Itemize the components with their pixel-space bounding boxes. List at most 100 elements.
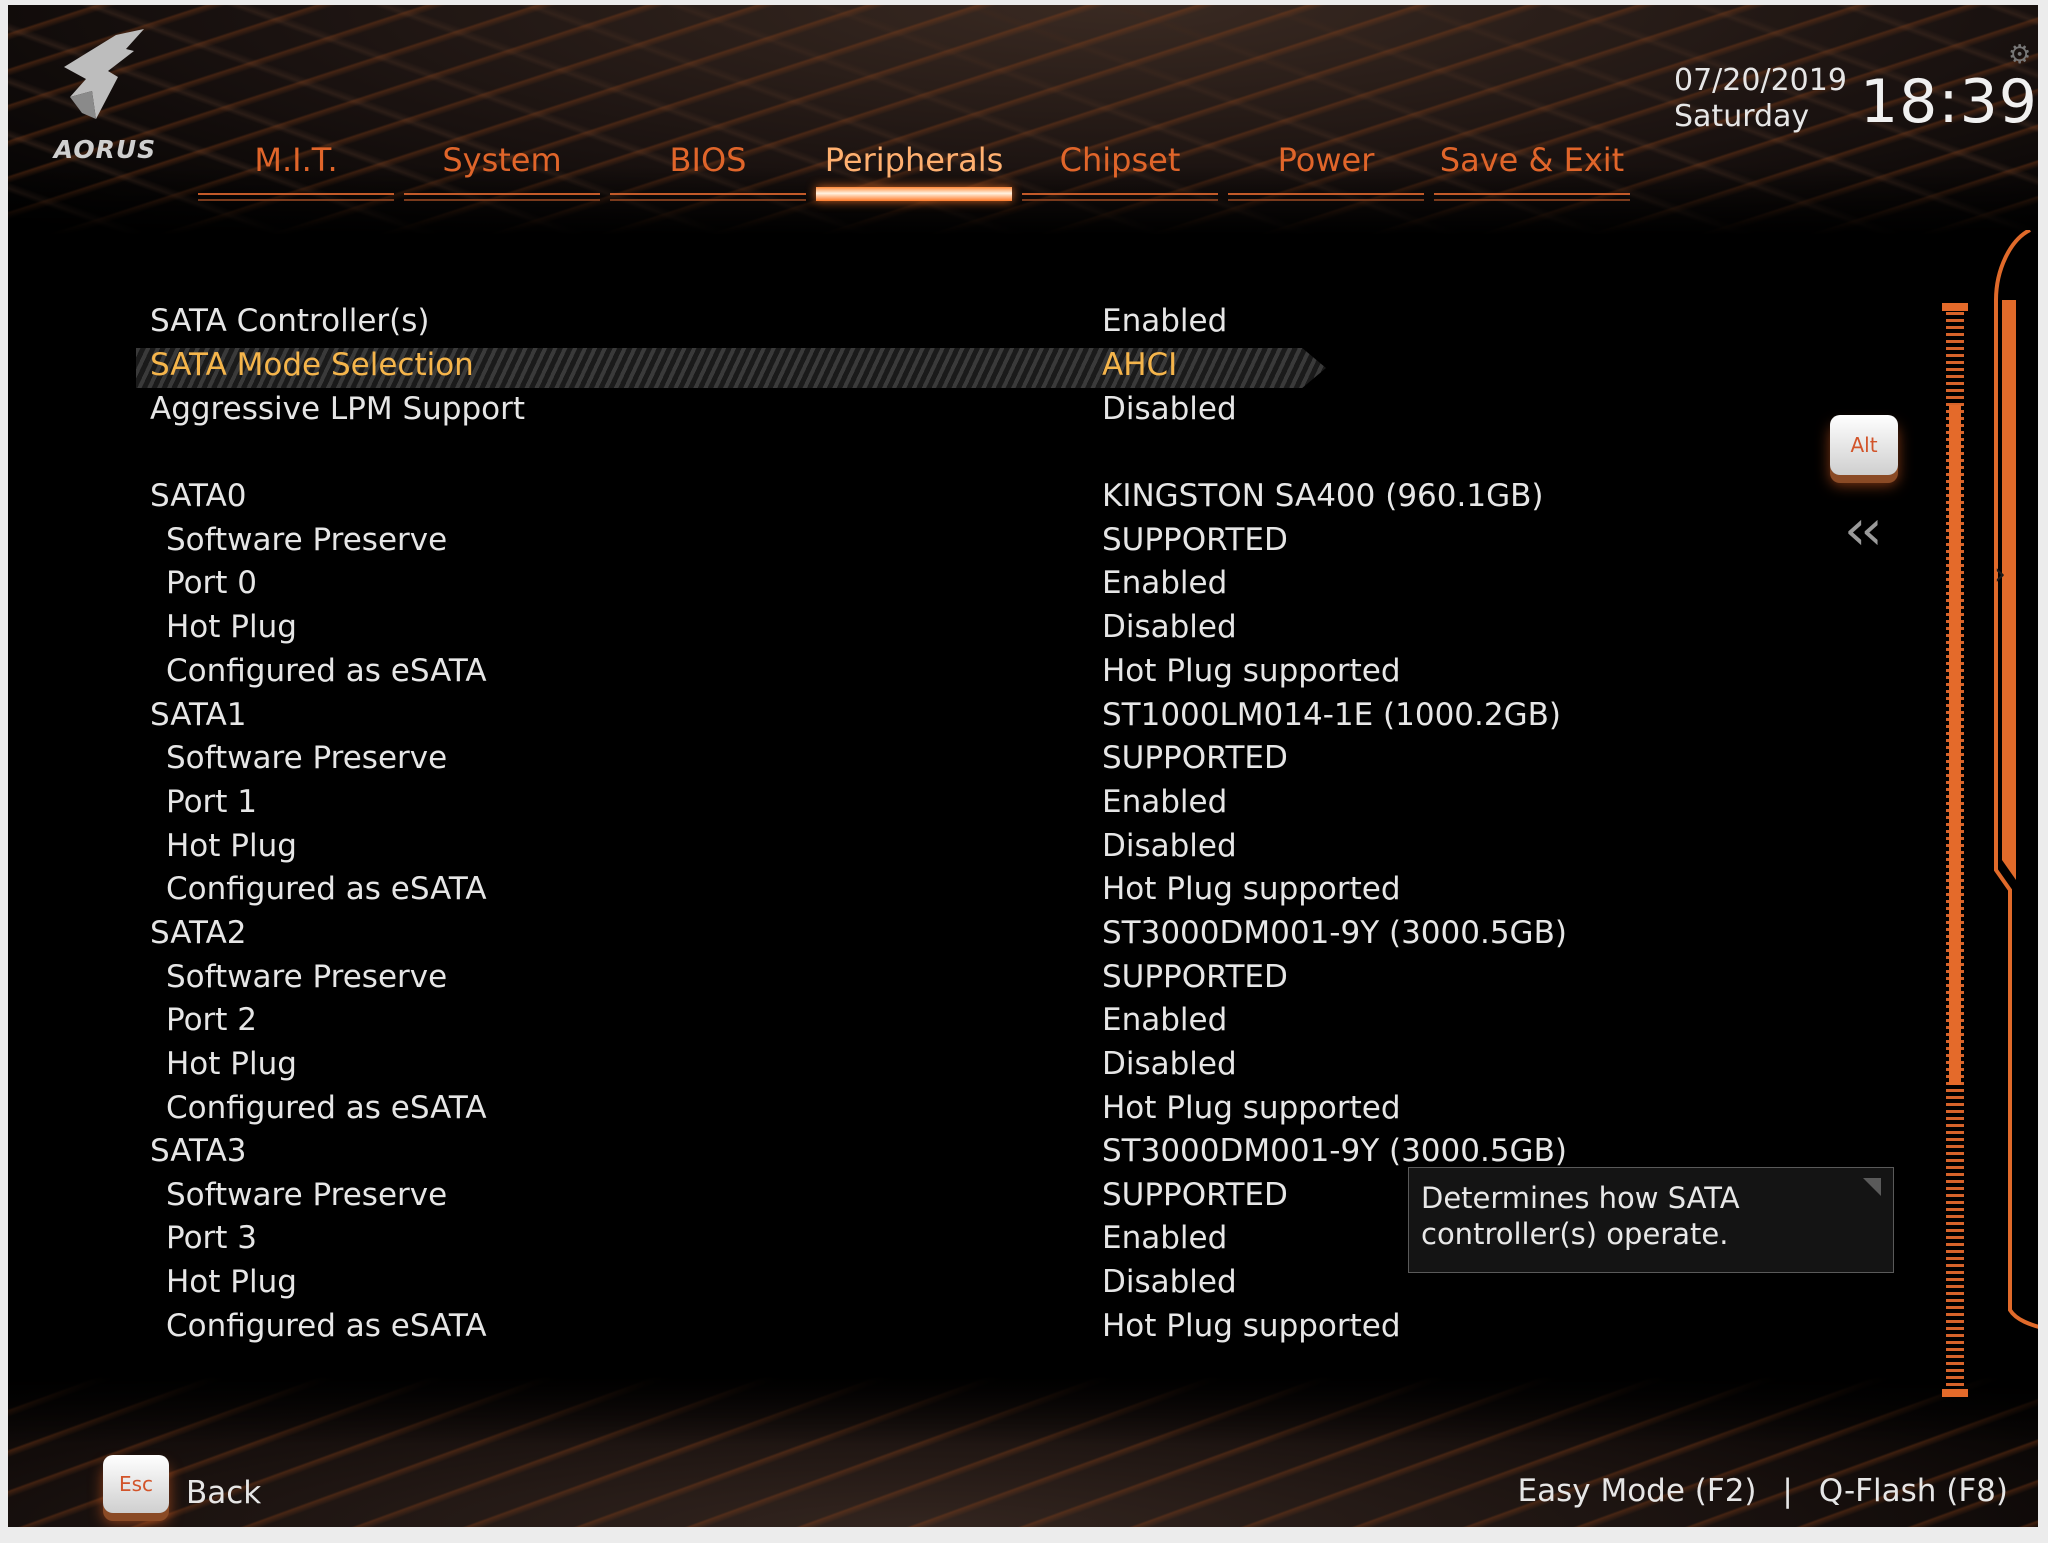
setting-value[interactable]: Enabled — [1102, 563, 1227, 603]
scrollbar-top-cap — [1942, 303, 1968, 311]
tab-system[interactable]: System — [404, 135, 600, 205]
drive-name: ST1000LM014-1E (1000.2GB) — [1102, 697, 1561, 733]
setting-label: Software Preserve — [166, 959, 448, 995]
setting-value[interactable]: Disabled — [1102, 389, 1237, 429]
drive-name: ST3000DM001-9Y (3000.5GB) — [1102, 1133, 1567, 1169]
easy-mode-link[interactable]: Easy Mode (F2) — [1518, 1473, 1757, 1509]
setting-row-aggressive-lpm[interactable]: Aggressive LPM Support Disabled — [8, 389, 1338, 429]
setting-row-port-1[interactable]: Port 1 Enabled — [8, 782, 1338, 822]
setting-value[interactable]: Enabled — [1102, 1000, 1227, 1040]
setting-row-sata-mode-selection[interactable]: SATA Mode Selection AHCI — [8, 345, 1338, 385]
setting-label: SATA Mode Selection — [150, 347, 474, 383]
tab-underline — [1434, 193, 1630, 195]
eagle-logo-icon — [64, 29, 144, 119]
port-label: SATA0 — [150, 478, 247, 514]
setting-label: Configured as eSATA — [166, 1308, 487, 1344]
tab-peripherals[interactable]: Peripherals — [816, 135, 1012, 205]
double-chevron-left-icon[interactable]: ‹‹ — [1844, 503, 1883, 559]
tab-label: Chipset — [1059, 141, 1181, 179]
tab-underline — [1434, 199, 1630, 201]
setting-value: SUPPORTED — [1102, 959, 1288, 995]
aorus-logo: AORUS — [38, 27, 168, 177]
esc-key-button[interactable]: Esc — [103, 1455, 169, 1513]
info-row: Software Preserve SUPPORTED — [8, 1175, 1338, 1215]
setting-value[interactable]: Hot Plug supported — [1102, 869, 1401, 909]
side-panel-tab[interactable] — [1990, 228, 2038, 1330]
setting-label: Port 1 — [166, 784, 258, 820]
drive-name: ST3000DM001-9Y (3000.5GB) — [1102, 915, 1567, 951]
setting-value[interactable]: Hot Plug supported — [1102, 1088, 1401, 1128]
setting-row-port-2[interactable]: Port 2 Enabled — [8, 1000, 1338, 1040]
tab-label: M.I.T. — [254, 141, 338, 179]
setting-value: SUPPORTED — [1102, 740, 1288, 776]
setting-value[interactable]: AHCI — [1102, 345, 1177, 385]
setting-label: Port 2 — [166, 1002, 258, 1038]
footer-separator: | — [1782, 1473, 1793, 1509]
setting-row-hot-plug-2[interactable]: Hot Plug Disabled — [8, 1044, 1338, 1084]
tab-chipset[interactable]: Chipset — [1022, 135, 1218, 205]
info-row-sata0: SATA0 KINGSTON SA400 (960.1GB) — [8, 476, 1543, 516]
setting-label: Configured as eSATA — [166, 653, 487, 689]
tab-underline — [1228, 199, 1424, 201]
setting-row-esata-0[interactable]: Configured as eSATA Hot Plug supported — [8, 651, 1401, 691]
setting-value[interactable]: Disabled — [1102, 1262, 1237, 1302]
setting-row-hot-plug-0[interactable]: Hot Plug Disabled — [8, 607, 1338, 647]
gear-icon[interactable]: ⚙ — [2008, 41, 2036, 69]
setting-label: Software Preserve — [166, 1177, 448, 1213]
help-text-line: controller(s) operate. — [1421, 1217, 1729, 1251]
scrollbar-thumb[interactable] — [1949, 405, 1961, 1085]
tab-underline — [404, 199, 600, 201]
tab-underline — [198, 193, 394, 195]
alt-key-button[interactable]: Alt — [1830, 415, 1898, 475]
setting-label: SATA Controller(s) — [150, 303, 430, 339]
tab-label: System — [442, 141, 562, 179]
tab-underline — [610, 199, 806, 201]
tab-label: Save & Exit — [1439, 141, 1625, 179]
tab-mit[interactable]: M.I.T. — [198, 135, 394, 205]
setting-row-hot-plug-3[interactable]: Hot Plug Disabled — [8, 1262, 1338, 1302]
bios-screen: AORUS 07/20/2019 Saturday 18:39 ⚙ M.I.T.… — [8, 5, 2038, 1527]
tab-bios[interactable]: BIOS — [610, 135, 806, 205]
setting-label: Hot Plug — [166, 1264, 297, 1300]
tab-save-exit[interactable]: Save & Exit — [1434, 135, 1630, 205]
setting-value[interactable]: Disabled — [1102, 826, 1237, 866]
qflash-link[interactable]: Q-Flash (F8) — [1819, 1473, 2008, 1509]
setting-row-port-3[interactable]: Port 3 Enabled — [8, 1218, 1338, 1258]
setting-label: Configured as eSATA — [166, 871, 487, 907]
setting-row-esata-3[interactable]: Configured as eSATA Hot Plug supported — [8, 1306, 1401, 1346]
port-label: SATA3 — [150, 1133, 247, 1169]
chevron-right-icon[interactable]: › — [1994, 557, 2006, 592]
setting-row-port-0[interactable]: Port 0 Enabled — [8, 563, 1338, 603]
setting-value[interactable]: Disabled — [1102, 1044, 1237, 1084]
footer-links: Easy Mode (F2) | Q-Flash (F8) — [1518, 1473, 2008, 1509]
setting-label: Software Preserve — [166, 740, 448, 776]
port-label: SATA1 — [150, 697, 247, 733]
info-row-sata3: SATA3 ST3000DM001-9Y (3000.5GB) — [8, 1131, 1567, 1171]
help-text-line: Determines how SATA — [1421, 1181, 1740, 1215]
setting-row-esata-2[interactable]: Configured as eSATA Hot Plug supported — [8, 1088, 1401, 1128]
tab-label: Power — [1277, 141, 1375, 179]
setting-value[interactable]: Enabled — [1102, 1218, 1227, 1258]
setting-label: Configured as eSATA — [166, 1090, 487, 1126]
logo-text: AORUS — [53, 135, 157, 164]
setting-row-hot-plug-1[interactable]: Hot Plug Disabled — [8, 826, 1338, 866]
tab-underline — [610, 193, 806, 195]
back-label[interactable]: Back — [186, 1475, 261, 1511]
tab-underline — [198, 199, 394, 201]
setting-value[interactable]: Disabled — [1102, 607, 1237, 647]
port-label: SATA2 — [150, 915, 247, 951]
setting-value[interactable]: Hot Plug supported — [1102, 1306, 1401, 1346]
setting-value[interactable]: Enabled — [1102, 301, 1227, 341]
setting-value[interactable]: Enabled — [1102, 782, 1227, 822]
date-text: 07/20/2019 — [1674, 63, 1847, 98]
setting-label: Port 3 — [166, 1220, 258, 1256]
setting-row-esata-1[interactable]: Configured as eSATA Hot Plug supported — [8, 869, 1401, 909]
tab-power[interactable]: Power — [1228, 135, 1424, 205]
setting-row-sata-controllers[interactable]: SATA Controller(s) Enabled — [8, 301, 1338, 341]
scrollbar-bottom-cap — [1942, 1389, 1968, 1397]
setting-label: Hot Plug — [166, 609, 297, 645]
setting-value: SUPPORTED — [1102, 1177, 1288, 1213]
setting-value[interactable]: Hot Plug supported — [1102, 651, 1401, 691]
setting-label: Port 0 — [166, 565, 258, 601]
info-row: Software Preserve SUPPORTED — [8, 957, 1338, 997]
